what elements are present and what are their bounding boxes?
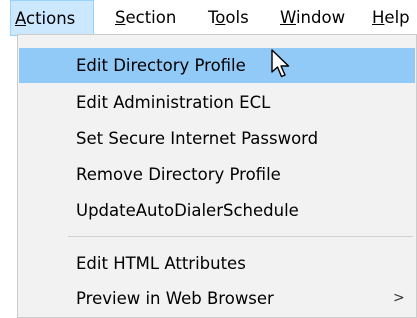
menu-item-label: Set Secure Internet Password — [76, 129, 319, 148]
menu-item-label: UpdateAutoDialerSchedule — [76, 201, 299, 220]
menu-section-label: Section — [115, 8, 177, 27]
menu-separator — [68, 236, 413, 237]
menu-section[interactable]: Section — [115, 0, 176, 36]
menu-tools[interactable]: Tools — [208, 0, 249, 36]
menu-item-label: Preview in Web Browser — [76, 289, 274, 308]
menu-help[interactable]: Help — [372, 0, 410, 36]
menu-item-edit-administration-ecl[interactable]: Edit Administration ECL — [19, 85, 415, 120]
pointer-cursor-icon — [271, 49, 290, 78]
menu-item-edit-html-attributes[interactable]: Edit HTML Attributes — [19, 246, 415, 281]
menu-help-label: Help — [372, 8, 410, 27]
menu-item-set-secure-internet-password[interactable]: Set Secure Internet Password — [19, 121, 415, 156]
menu-window-label: Window — [280, 8, 346, 27]
menu-actions-label: Actions — [15, 9, 76, 28]
menu-window[interactable]: Window — [280, 0, 345, 36]
menu-item-update-autodialer-schedule[interactable]: UpdateAutoDialerSchedule — [19, 193, 415, 228]
menu-item-label: Edit Administration ECL — [76, 93, 271, 112]
menu-actions[interactable]: Actions — [10, 0, 94, 36]
menu-bar: Actions Section Tools Window Help — [0, 0, 417, 36]
menu-item-label: Edit Directory Profile — [76, 56, 246, 75]
menu-item-edit-directory-profile[interactable]: Edit Directory Profile — [19, 48, 415, 83]
menu-tools-label: Tools — [208, 8, 249, 27]
menu-item-label: Edit HTML Attributes — [76, 254, 246, 273]
actions-dropdown-menu: Edit Directory Profile Edit Administrati… — [17, 34, 417, 318]
menu-item-preview-in-web-browser[interactable]: Preview in Web Browser > — [19, 281, 415, 316]
menu-item-remove-directory-profile[interactable]: Remove Directory Profile — [19, 157, 415, 192]
menu-item-label: Remove Directory Profile — [76, 165, 281, 184]
submenu-arrow-icon: > — [393, 290, 405, 306]
